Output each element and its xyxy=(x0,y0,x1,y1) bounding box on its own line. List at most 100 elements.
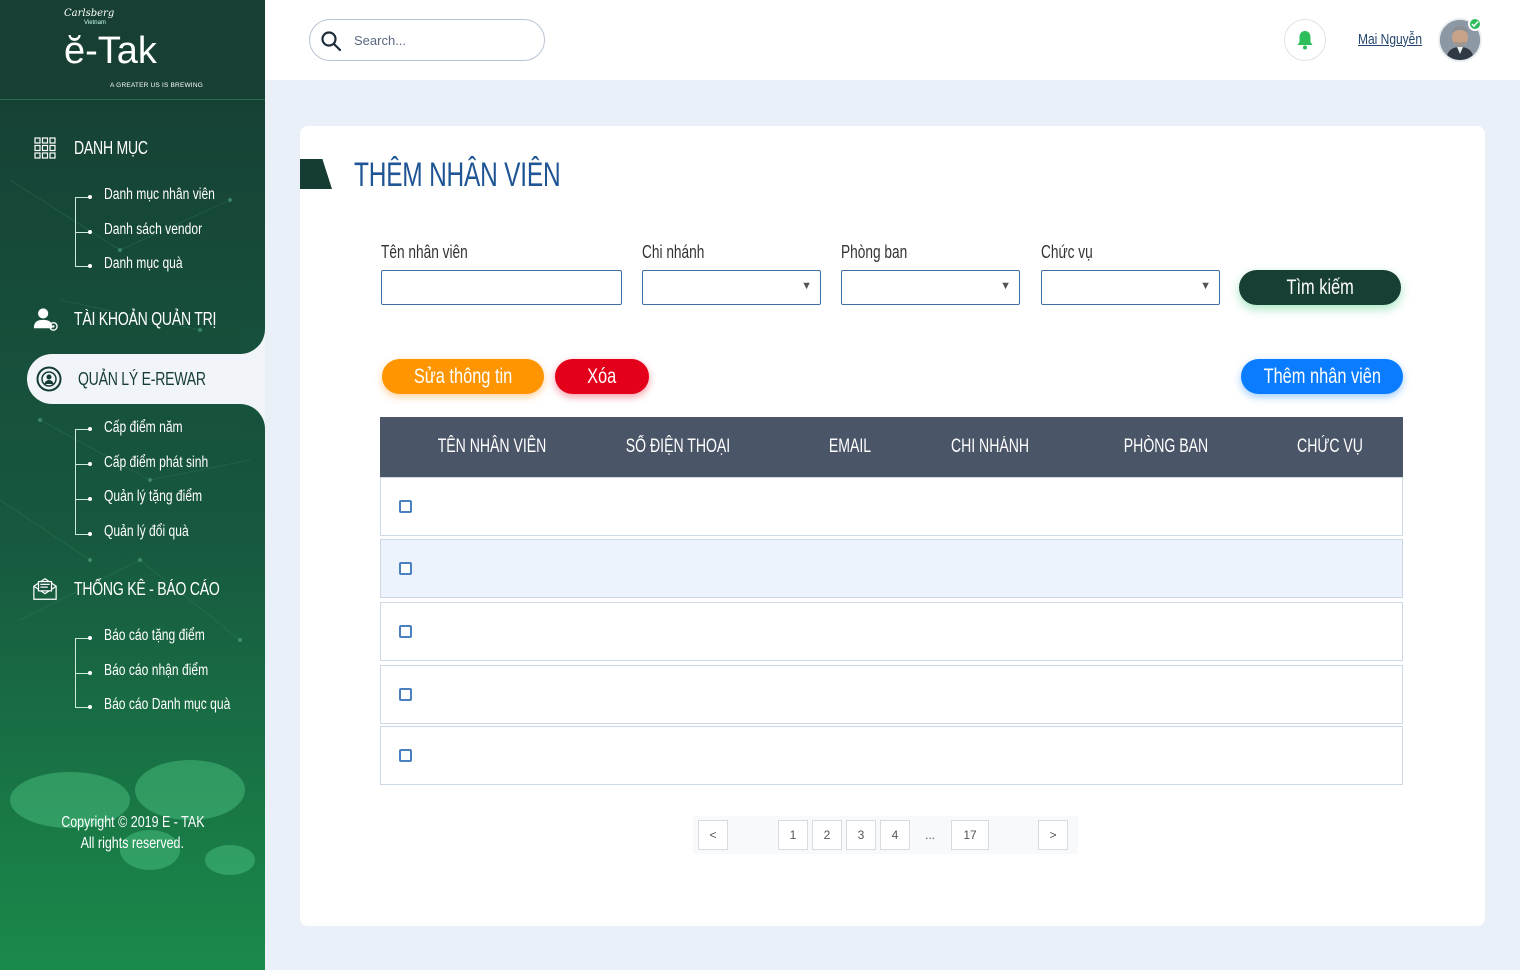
tree-dot xyxy=(88,264,92,268)
tree-branch xyxy=(75,707,89,708)
tree-branch xyxy=(75,266,89,267)
table-row[interactable] xyxy=(380,602,1403,661)
next-page-button[interactable]: > xyxy=(1038,820,1068,850)
department-label: Phòng ban xyxy=(841,242,908,262)
tree-dot xyxy=(88,671,92,675)
column-header-department[interactable]: PHÒNG BAN xyxy=(1122,436,1211,458)
sidebar-item-quan-ly-tang-diem[interactable]: Quản lý tặng điểm xyxy=(104,488,202,506)
page-ellipsis: ... xyxy=(924,828,935,842)
column-header-position[interactable]: CHỨC VỤ xyxy=(1289,436,1370,458)
tree-branch xyxy=(75,197,89,198)
logo[interactable]: Carlsberg Vietnam ĕ-Tak A GREATER US IS … xyxy=(0,0,265,100)
nav-section-thong-ke-bao-cao[interactable]: THỐNG KÊ - BÁO CÁO xyxy=(32,576,261,602)
pagination: < 1 2 3 4 ... 17 > xyxy=(693,816,1078,854)
column-header-branch[interactable]: CHI NHÁNH xyxy=(949,436,1030,458)
nav-section-label: TÀI KHOẢN QUẢN TRỊ xyxy=(74,308,217,329)
notification-button[interactable] xyxy=(1284,19,1326,61)
sidebar-item-danh-muc-nhan-vien[interactable]: Danh mục nhân viên xyxy=(104,186,215,204)
sidebar: Carlsberg Vietnam ĕ-Tak A GREATER US IS … xyxy=(0,0,265,970)
copyright-line-2: All rights reserved. xyxy=(80,835,185,852)
tree-dot xyxy=(88,230,92,234)
search-input[interactable] xyxy=(354,30,534,50)
grid-icon xyxy=(32,135,58,161)
dropdown-arrow-icon: ▼ xyxy=(1200,280,1211,292)
tree-branch xyxy=(75,429,89,430)
tree-line xyxy=(75,429,89,534)
carlsberg-logo-text: Carlsberg xyxy=(64,8,115,19)
main-card: THÊM NHÂN VIÊN Tên nhân viên Chi nhánh ▼… xyxy=(300,126,1485,926)
sidebar-item-cap-diem-phat-sinh[interactable]: Cấp điểm phát sinh xyxy=(104,454,208,472)
department-select[interactable]: ▼ xyxy=(841,270,1020,305)
tree-branch xyxy=(75,499,89,500)
page-button-2[interactable]: 2 xyxy=(812,820,842,850)
tree-dot xyxy=(88,532,92,536)
page-button-1[interactable]: 1 xyxy=(778,820,808,850)
page-button-4[interactable]: 4 xyxy=(880,820,910,850)
sidebar-item-danh-muc-qua[interactable]: Danh mục quà xyxy=(104,255,183,273)
sidebar-item-quan-ly-doi-qua[interactable]: Quản lý đổi quà xyxy=(104,523,189,541)
sidebar-item-bao-cao-danh-muc-qua[interactable]: Báo cáo Danh mục quà xyxy=(104,696,230,714)
column-header-phone[interactable]: SỐ ĐIỆN THOẠI xyxy=(619,436,737,458)
tree-branch xyxy=(75,464,89,465)
table-row[interactable] xyxy=(380,726,1403,785)
active-cap-bottom xyxy=(240,404,265,429)
employee-name-label: Tên nhân viên xyxy=(381,242,468,262)
prev-page-button[interactable]: < xyxy=(698,820,728,850)
copyright-line-1: Copyright © 2019 E - TAK xyxy=(60,814,205,831)
top-header: Mai Nguyễn xyxy=(265,0,1520,80)
row-checkbox[interactable] xyxy=(399,500,412,513)
column-header-name[interactable]: TÊN NHÂN VIÊN xyxy=(433,436,551,458)
nav-section-quan-ly-e-reward[interactable]: QUẢN LÝ E-REWAR xyxy=(36,366,242,392)
online-badge xyxy=(1468,17,1482,31)
table-row[interactable] xyxy=(380,665,1403,724)
country-text: Vietnam xyxy=(84,20,106,26)
delete-button[interactable]: Xóa xyxy=(555,359,649,394)
search-box[interactable] xyxy=(309,19,545,61)
column-header-email[interactable]: EMAIL xyxy=(813,436,887,458)
nav-section-label: QUẢN LÝ E-REWAR xyxy=(78,368,206,389)
dropdown-arrow-icon: ▼ xyxy=(1000,280,1011,292)
title-marker xyxy=(300,159,332,189)
nav-section-danh-muc[interactable]: DANH MỤC xyxy=(32,135,169,161)
position-select[interactable]: ▼ xyxy=(1041,270,1220,305)
add-employee-button[interactable]: Thêm nhân viên xyxy=(1241,359,1403,394)
table-row[interactable] xyxy=(380,477,1403,536)
branch-label: Chi nhánh xyxy=(642,242,705,262)
tree-branch xyxy=(75,232,89,233)
table-row[interactable] xyxy=(380,539,1403,598)
app-name: ĕ-Tak xyxy=(64,30,157,72)
page-button-3[interactable]: 3 xyxy=(846,820,876,850)
sidebar-item-bao-cao-nhan-diem[interactable]: Báo cáo nhận điểm xyxy=(104,662,208,680)
search-icon xyxy=(320,30,342,57)
tree-branch xyxy=(75,638,89,639)
row-checkbox[interactable] xyxy=(399,688,412,701)
page-button-17[interactable]: 17 xyxy=(951,820,989,850)
reward-icon xyxy=(36,366,62,392)
sidebar-item-danh-sach-vendor[interactable]: Danh sách vendor xyxy=(104,221,202,239)
branch-select[interactable]: ▼ xyxy=(642,270,821,305)
search-button-label: Tìm kiếm xyxy=(1286,275,1354,299)
row-checkbox[interactable] xyxy=(399,562,412,575)
table-header: TÊN NHÂN VIÊN SỐ ĐIỆN THOẠI EMAIL CHI NH… xyxy=(380,417,1403,477)
sidebar-item-bao-cao-tang-diem[interactable]: Báo cáo tặng điểm xyxy=(104,627,205,645)
nav-section-tai-khoan-quan-tri[interactable]: TÀI KHOẢN QUẢN TRỊ xyxy=(32,306,256,332)
check-icon xyxy=(1471,21,1479,28)
tagline: A GREATER US IS BREWING xyxy=(110,82,203,89)
dropdown-arrow-icon: ▼ xyxy=(801,280,812,292)
employee-name-input[interactable] xyxy=(381,270,622,305)
delete-button-label: Xóa xyxy=(587,364,617,388)
tree-dot xyxy=(88,705,92,709)
sidebar-item-cap-diem-nam[interactable]: Cấp điểm năm xyxy=(104,419,183,437)
admin-user-icon xyxy=(32,306,58,332)
row-checkbox[interactable] xyxy=(399,749,412,762)
edit-button[interactable]: Sửa thông tin xyxy=(382,359,544,394)
tree-dot xyxy=(88,636,92,640)
page-title: THÊM NHÂN VIÊN xyxy=(354,156,561,194)
row-checkbox[interactable] xyxy=(399,625,412,638)
add-employee-button-label: Thêm nhân viên xyxy=(1263,364,1381,388)
active-cap-top xyxy=(240,329,265,354)
search-button[interactable]: Tìm kiếm xyxy=(1239,270,1401,305)
nav-section-label: THỐNG KÊ - BÁO CÁO xyxy=(74,578,220,599)
report-envelope-icon xyxy=(32,576,58,602)
user-name-link[interactable]: Mai Nguyễn xyxy=(1358,31,1422,48)
